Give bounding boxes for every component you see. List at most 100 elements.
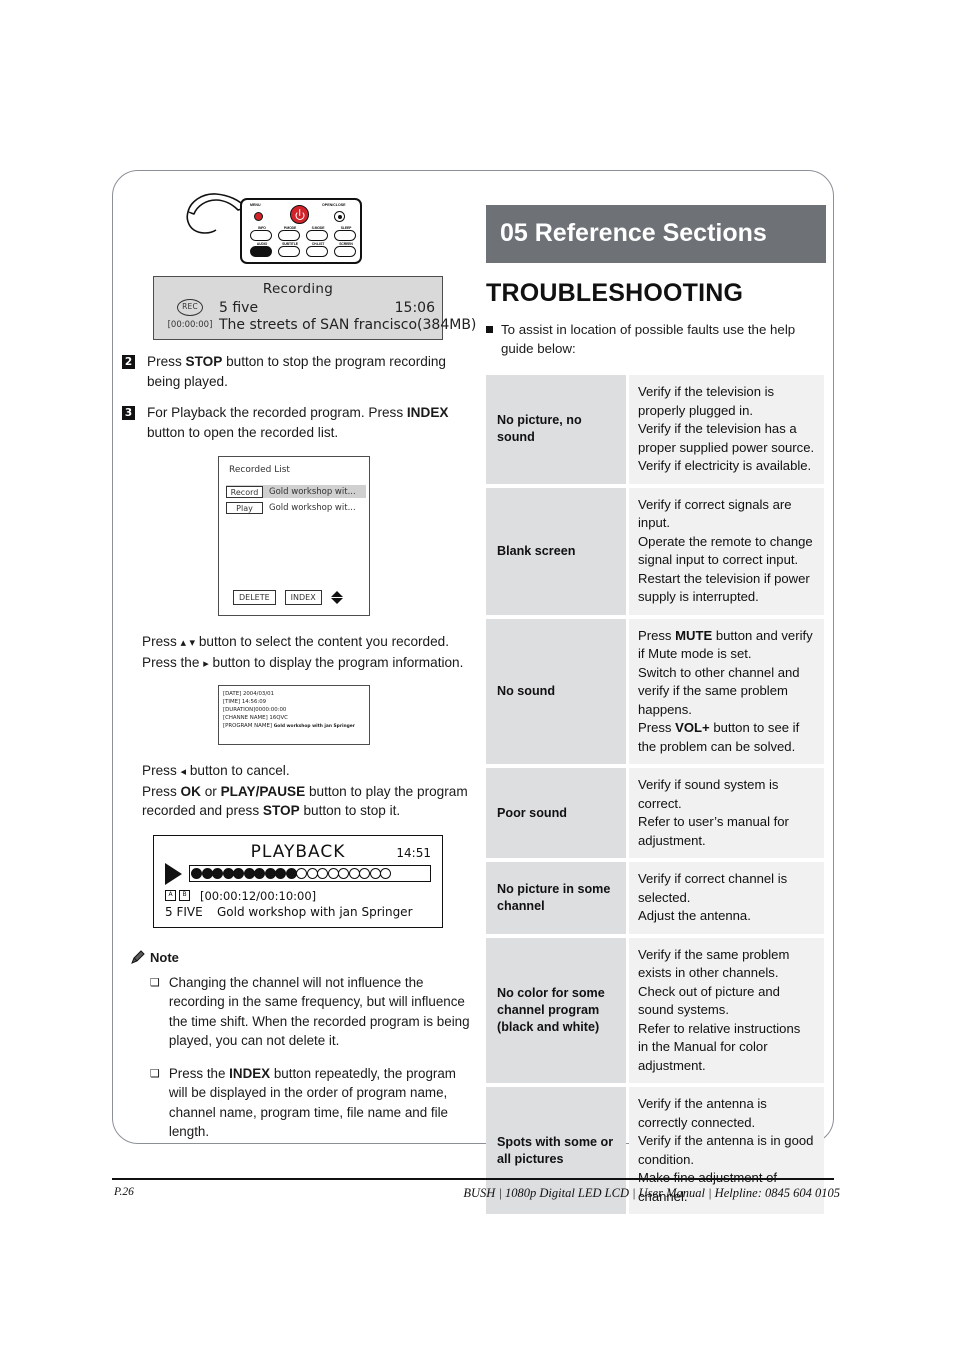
table-row: No picture in some channel Verify if corr…: [486, 862, 824, 934]
note-item-text: Press the INDEX button repeatedly, the p…: [168, 1065, 456, 1140]
note-heading: Note: [130, 950, 472, 965]
footer-product-info: BUSH | 1080p Digital LED LCD | User Manu…: [463, 1186, 840, 1200]
note-item-text: Changing the channel will not influence …: [168, 974, 470, 1049]
playback-dot-filled: [212, 868, 223, 879]
step-list: 2 Press STOP button to stop the program …: [122, 352, 472, 442]
recorded-list-title: Recorded List: [229, 465, 290, 475]
symptom-cell: No sound: [486, 618, 626, 764]
press-select-instructions: Press ▴ ▾ button to select the content y…: [142, 632, 472, 673]
remote-menu-button[interactable]: [254, 212, 263, 221]
playback-osd-panel: PLAYBACK 14:51 A B [00:00:12/00:10:00] 5…: [153, 834, 443, 928]
page-title: TROUBLESHOOTING: [486, 279, 744, 307]
playback-timecode: [00:00:12/00:10:00]: [200, 888, 317, 903]
playback-dot-empty: [348, 868, 360, 879]
playback-dot-filled: [201, 868, 213, 879]
playback-progress-bar[interactable]: [189, 865, 431, 882]
recorded-list-row[interactable]: Record Gold workshop wit...: [226, 485, 366, 498]
press-play-instructions: Press ◂ button to cancel. Press OK or PL…: [142, 761, 472, 821]
remote-key-label: INFO: [258, 226, 266, 230]
remedy-cell: Verify if the same problem exists in oth…: [629, 937, 824, 1083]
remedy-cell: Verify if correct signals are input. Oper…: [629, 487, 824, 615]
press-select-line2-a: Press the: [142, 654, 200, 670]
delete-button[interactable]: DELETE: [233, 590, 276, 605]
playback-dot-empty: [327, 868, 339, 879]
press-select-line2-b: button to display the program informatio…: [212, 654, 464, 670]
playback-program-name: Gold workshop with jan Springer: [217, 904, 413, 919]
right-column: 05 Reference Sections TROUBLESHOOTING To…: [486, 205, 826, 1218]
playback-dot-filled: [243, 868, 255, 879]
program-info-time: [TIME] 14:56:09: [223, 699, 267, 705]
playback-dot-filled: [275, 868, 286, 879]
recording-clock: 15:06: [394, 299, 435, 316]
playback-dot-filled: [264, 868, 276, 879]
remote-key-audio[interactable]: AUDIO: [250, 242, 272, 257]
index-button[interactable]: INDEX: [284, 590, 322, 605]
left-arrow-icon: ◂: [180, 765, 187, 778]
press-play-line1-a: Press: [142, 763, 177, 778]
playback-dot-empty: [338, 868, 349, 879]
press-play-line2: Press OK or PLAY/PAUSE button to play th…: [142, 783, 468, 819]
playback-dot-filled: [191, 868, 202, 879]
program-info-program-name-label: [PROGRAM NAME]: [223, 723, 272, 729]
program-info-channel-name: [CHANNE NAME] 16QVC: [223, 715, 288, 721]
remedy-cell: Verify if the television is properly plu…: [629, 375, 824, 484]
updown-arrow-icon: ▴ ▾: [180, 636, 196, 649]
program-info-date: [DATE] 2004/03/01: [223, 691, 275, 697]
remote-open-close-button[interactable]: [334, 211, 345, 222]
symptom-cell: No color for some channel program (black…: [486, 937, 626, 1083]
repeat-b-icon: B: [179, 890, 190, 901]
remote-key-subtitle[interactable]: SUBTITLE: [278, 242, 300, 257]
playback-dot-empty: [306, 868, 318, 879]
remote-key-pmode[interactable]: P.MODE: [278, 226, 300, 241]
program-info-program-name-value: Gold workshop with jan Springer: [273, 724, 355, 729]
remote-key-label: SUBTITLE: [282, 242, 298, 246]
recorded-list-row[interactable]: Play Gold workshop wit...: [226, 501, 366, 514]
recording-program-name: The streets of SAN francisco(384MB): [219, 317, 477, 333]
remote-key-smode[interactable]: S.MODE: [306, 226, 328, 241]
program-info-duration: [DURATION]0000:00:00: [223, 707, 287, 713]
note-list: ❑ Changing the channel will not influenc…: [150, 973, 472, 1142]
recorded-list-osd-panel: Recorded List Record Gold workshop wit..…: [218, 456, 370, 616]
playback-dot-empty: [369, 868, 381, 879]
symptom-cell: No picture in some channel: [486, 862, 626, 934]
right-arrow-icon: ▸: [203, 656, 209, 670]
remote-control-illustration: MENU OPEN/CLOSE INFO P.MODE S.MODE SLEEP…: [186, 190, 472, 272]
step-text: Press STOP button to stop the program re…: [147, 354, 446, 389]
square-bullet-icon: [486, 326, 493, 333]
remote-label-open-close: OPEN/CLOSE: [322, 203, 346, 207]
playback-dot-filled: [233, 868, 244, 879]
rec-badge-icon: REC: [177, 299, 203, 316]
step-item: 3 For Playback the recorded program. Pre…: [122, 403, 472, 442]
table-row: No sound Press MUTE button and verify if …: [486, 618, 824, 764]
intro-row: To assist in location of possible faults…: [486, 320, 826, 358]
recording-osd-title: Recording: [262, 281, 334, 297]
playback-dot-empty: [317, 868, 328, 879]
intro-text: To assist in location of possible faults…: [501, 322, 796, 356]
symptom-cell: Poor sound: [486, 768, 626, 858]
remote-key-label: SCREEN: [339, 242, 353, 246]
step-number: 3: [122, 406, 135, 420]
remedy-cell: Press MUTE button and verify if Mute mod…: [629, 618, 824, 764]
remote-key-label: AUDIO: [256, 242, 268, 246]
page-number: P.26: [114, 1186, 134, 1198]
remote-key-chlist[interactable]: CH.LIST: [306, 242, 328, 257]
program-info-osd-panel: [DATE] 2004/03/01 [TIME] 14:56:09 [DURAT…: [218, 685, 370, 745]
left-column: MENU OPEN/CLOSE INFO P.MODE S.MODE SLEEP…: [122, 190, 477, 1155]
press-select-line1-a: Press: [142, 634, 177, 649]
recorded-list-item-name: Gold workshop wit...: [269, 486, 356, 497]
remote-key-screen[interactable]: SCREEN: [334, 242, 356, 257]
pencil-icon: [131, 949, 145, 964]
table-row: No picture, no sound Verify if the televi…: [486, 375, 824, 484]
recording-channel: 5 five: [219, 299, 259, 316]
footer-divider: [112, 1178, 834, 1181]
remote-power-button[interactable]: [290, 205, 309, 224]
recorded-list-tag: Play: [226, 501, 263, 514]
remote-key-label: CH.LIST: [311, 242, 325, 246]
remote-key-sleep[interactable]: SLEEP: [334, 226, 356, 241]
section-banner: 05 Reference Sections: [486, 205, 826, 263]
remote-key-info[interactable]: INFO: [250, 226, 272, 241]
remote-body: MENU OPEN/CLOSE INFO P.MODE S.MODE SLEEP…: [240, 198, 362, 264]
up-down-diamond-icon: [330, 591, 344, 604]
remote-button-row-2: AUDIO SUBTITLE CH.LIST SCREEN: [250, 242, 356, 257]
table-row: Blank screen Verify if correct signals ar…: [486, 487, 824, 615]
